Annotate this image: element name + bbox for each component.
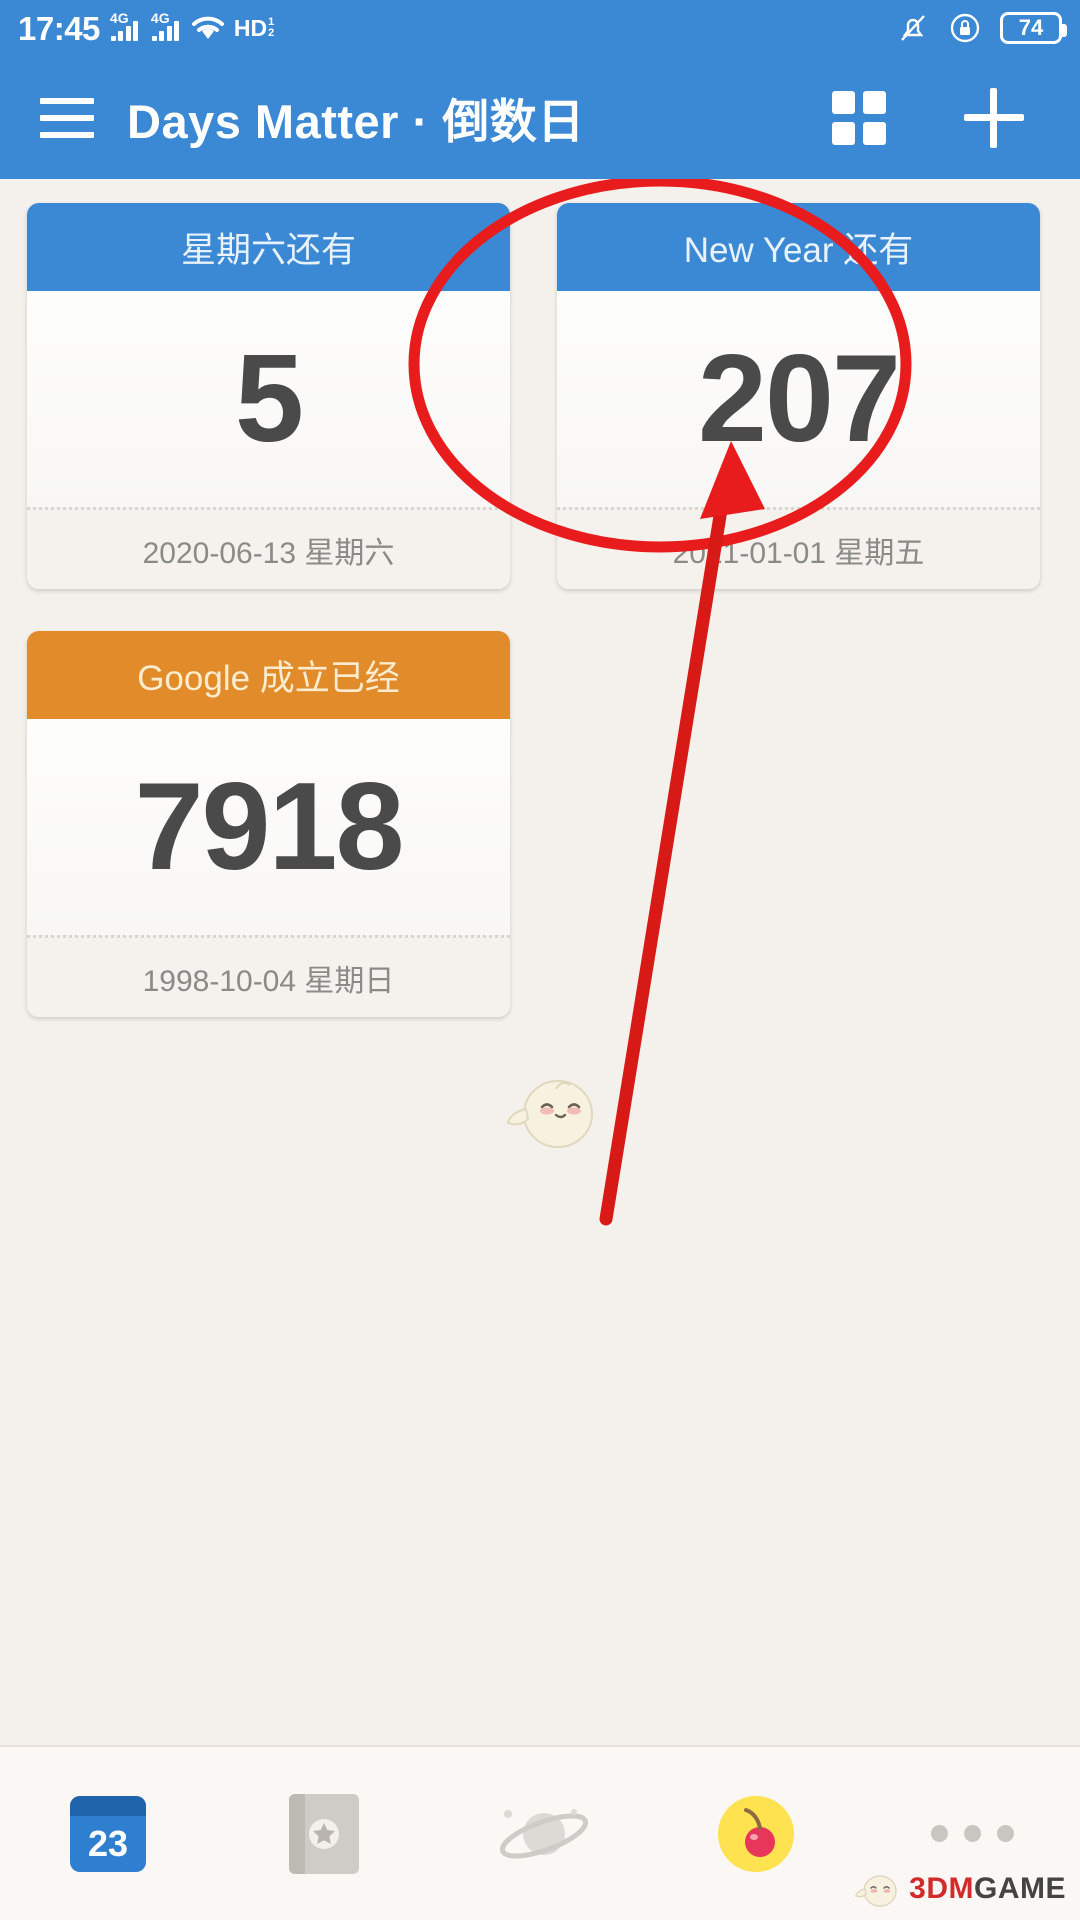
- rotation-lock-icon: [948, 11, 982, 45]
- watermark-prefix: 3DM: [909, 1872, 974, 1905]
- card-body: 207: [557, 291, 1040, 507]
- notebook-star-icon: [289, 1793, 359, 1874]
- card-days-number: 5: [235, 330, 304, 468]
- card-date: 2021-01-01 星期五: [557, 507, 1040, 589]
- wifi-icon: [191, 14, 225, 42]
- chick-mascot-icon: [506, 1080, 593, 1148]
- page-title: Days Matter · 倒数日: [127, 95, 585, 148]
- status-clock: 17:45: [18, 9, 100, 47]
- watermark: 3DMGAME: [855, 1868, 1066, 1910]
- countdown-card[interactable]: 星期六还有 5 2020-06-13 星期六: [27, 203, 510, 589]
- card-title: New Year 还有: [557, 203, 1040, 291]
- nav-item-planet[interactable]: [465, 1779, 615, 1889]
- watermark-text: 3DMGAME: [909, 1872, 1066, 1906]
- more-dots-icon: [930, 1825, 1014, 1842]
- calendar-icon: 23: [70, 1795, 146, 1872]
- bell-muted-icon: [896, 11, 930, 45]
- card-days-number: 7918: [134, 758, 405, 896]
- countdown-card[interactable]: Google 成立已经 7918 1998-10-04 星期日: [27, 631, 510, 1017]
- bottom-navigation-bar: 23 3DMGAME: [0, 1745, 1080, 1920]
- battery-indicator: 74: [1000, 12, 1067, 44]
- status-bar-left: 17:45 4G 4G HD 1 2: [18, 9, 275, 47]
- nav-item-notebook[interactable]: [249, 1779, 399, 1889]
- grid-view-icon[interactable]: [832, 90, 886, 145]
- hd-sup-bottom: 2: [268, 27, 275, 39]
- hamburger-menu-icon[interactable]: [40, 97, 94, 138]
- watermark-suffix: GAME: [974, 1872, 1066, 1905]
- card-days-number: 207: [698, 330, 901, 468]
- app-bar-actions: [832, 87, 1040, 148]
- main-content: 星期六还有 5 2020-06-13 星期六 New Year 还有 207 2…: [0, 179, 1080, 1920]
- nav-item-cherry[interactable]: [681, 1779, 831, 1889]
- hd-voice-icon: HD 1 2: [233, 14, 275, 41]
- countdown-card[interactable]: New Year 还有 207 2021-01-01 星期五: [557, 203, 1040, 589]
- card-title: 星期六还有: [27, 203, 510, 291]
- signal-icon-sim2: 4G: [150, 11, 182, 43]
- plus-add-icon[interactable]: [964, 87, 1024, 148]
- card-body: 7918: [27, 719, 510, 935]
- card-date: 2020-06-13 星期六: [27, 507, 510, 589]
- signal-icon-sim1: 4G: [109, 11, 141, 43]
- nav-item-calendar[interactable]: 23: [33, 1779, 183, 1889]
- card-title: Google 成立已经: [27, 631, 510, 719]
- cherry-icon: [718, 1795, 794, 1872]
- planet-icon: [499, 1808, 588, 1858]
- app-bar: Days Matter · 倒数日: [0, 56, 1080, 179]
- card-body: 5: [27, 291, 510, 507]
- status-bar-right: 74: [896, 11, 1067, 45]
- phone-screen: 17:45 4G 4G HD 1 2 74 Days Matter · 倒数日 …: [0, 0, 1080, 1920]
- hd-label: HD: [233, 14, 268, 41]
- calendar-date-badge: 23: [87, 1822, 129, 1864]
- battery-level-label: 74: [1018, 15, 1044, 40]
- status-bar: 17:45 4G 4G HD 1 2 74: [0, 0, 1080, 56]
- countdown-card-list: 星期六还有 5 2020-06-13 星期六 New Year 还有 207 2…: [0, 179, 1080, 1059]
- card-date: 1998-10-04 星期日: [27, 935, 510, 1017]
- chick-mascot-icon: [855, 1875, 897, 1907]
